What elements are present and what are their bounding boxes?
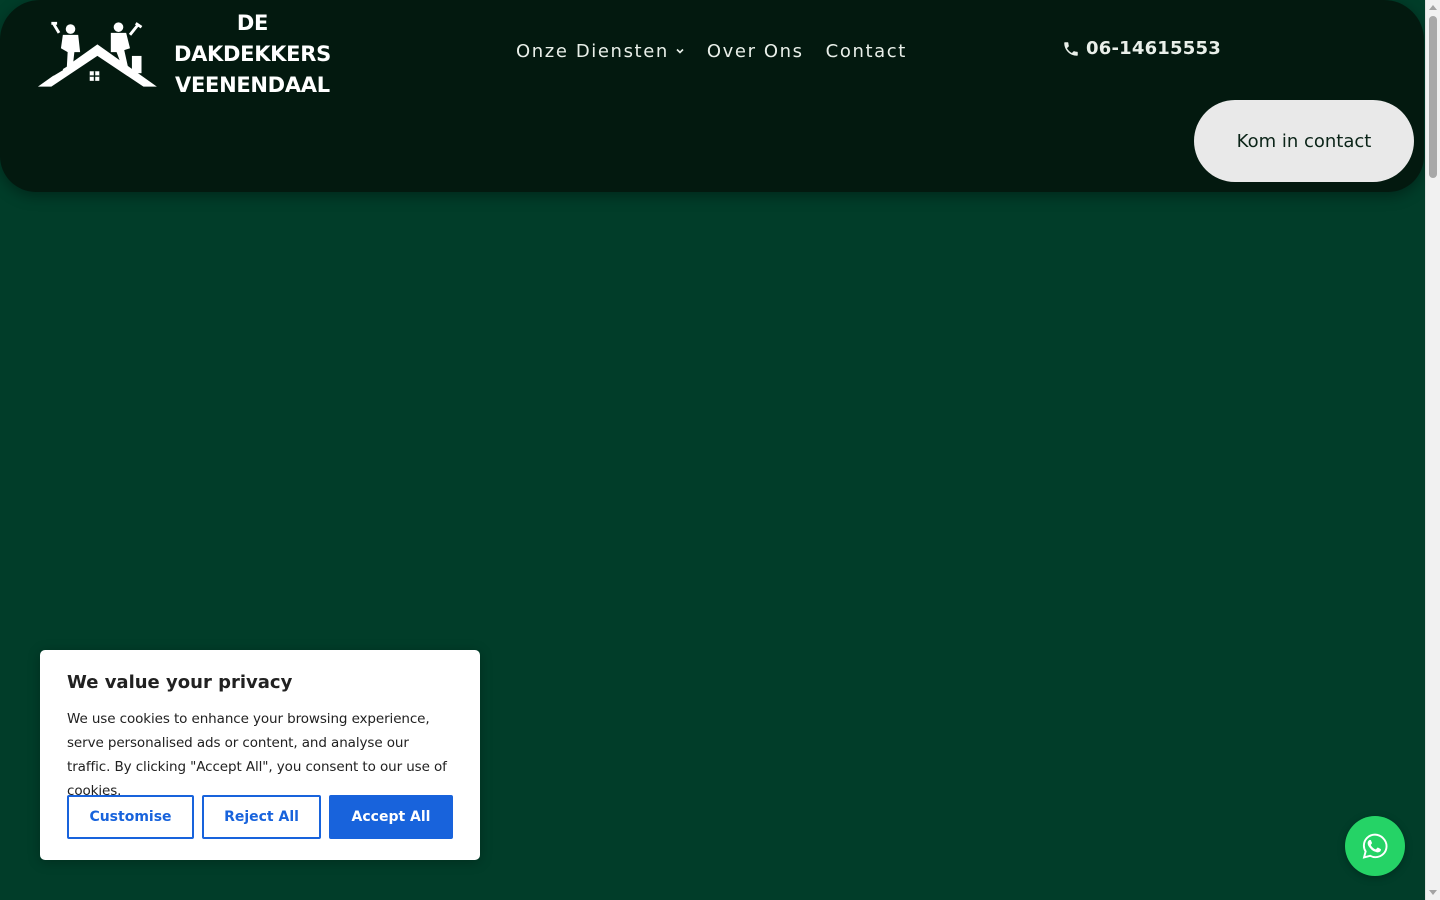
whatsapp-icon (1362, 833, 1388, 859)
nav-item-label: Onze Diensten (516, 40, 669, 62)
logo-line-1: DE DAKDEKKERS (173, 10, 331, 66)
cookie-consent-banner: We value your privacy We use cookies to … (40, 650, 480, 860)
cookie-body: We use cookies to enhance your browsing … (67, 711, 447, 799)
page: DE DAKDEKKERS VEENENDAAL Onze Diensten O… (0, 0, 1425, 900)
accept-all-button[interactable]: Accept All (329, 795, 453, 839)
nav-item-over-ons[interactable]: Over Ons (707, 41, 804, 62)
scrollbar-thumb[interactable] (1429, 16, 1437, 178)
contact-cta-button[interactable]: Kom in contact (1194, 100, 1414, 182)
whatsapp-button[interactable] (1345, 816, 1405, 876)
nav-item-contact[interactable]: Contact (826, 41, 907, 62)
nav-item-label: Contact (825, 40, 907, 62)
phone-number: 06-14615553 (1086, 38, 1221, 59)
scroll-up-arrow-icon[interactable] (1429, 5, 1437, 10)
reject-all-button[interactable]: Reject All (202, 795, 321, 839)
phone-icon (1064, 41, 1078, 56)
scroll-down-arrow-icon[interactable] (1429, 890, 1437, 895)
site-header: DE DAKDEKKERS VEENENDAAL Onze Diensten O… (0, 0, 1424, 192)
logo-text: DE DAKDEKKERS VEENENDAAL (159, 8, 346, 101)
site-logo[interactable]: DE DAKDEKKERS VEENENDAAL (36, 11, 346, 97)
cookie-buttons: Customise Reject All Accept All (67, 795, 453, 839)
nav-item-onze-diensten[interactable]: Onze Diensten (516, 41, 685, 62)
phone-link[interactable]: 06-14615553 (1062, 38, 1221, 59)
roofers-on-roof-icon (37, 21, 157, 87)
customise-button[interactable]: Customise (67, 795, 194, 839)
nav-item-label: Over Ons (706, 40, 804, 62)
cookie-title: We value your privacy (67, 672, 293, 693)
logo-line-2: VEENENDAAL (175, 72, 330, 97)
main-nav: Onze Diensten Over Ons Contact (516, 38, 929, 64)
chevron-down-icon (676, 48, 684, 54)
vertical-scrollbar[interactable] (1425, 0, 1440, 900)
